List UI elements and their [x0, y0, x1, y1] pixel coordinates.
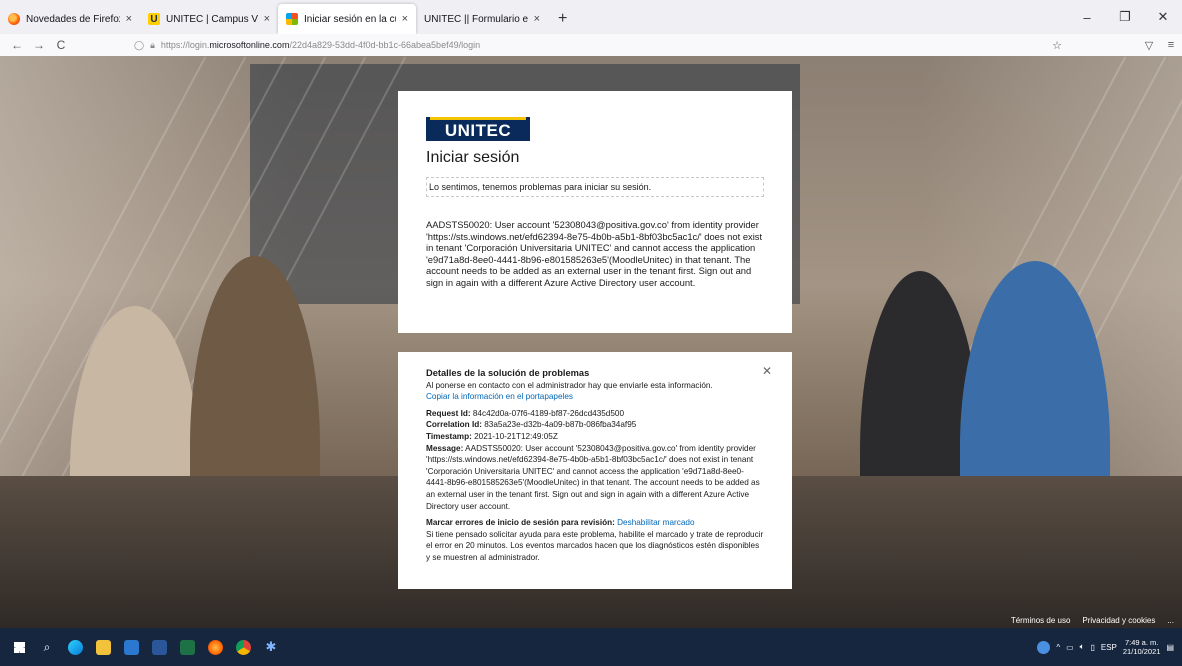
tab-unitec-form[interactable]: UNITEC || Formulario en línea × [416, 4, 548, 34]
correlation-id-row: Correlation Id: 83a5a23e-d32b-4a09-b87b-… [426, 420, 637, 430]
tab-title: Novedades de Firefox: más priv [26, 13, 120, 25]
correlation-id-value: 83a5a23e-d32b-4a09-b87b-086fba34af95 [484, 420, 637, 430]
navigation-bar: ← → C ◯ 🔒︎ https://login.microsoftonline… [0, 34, 1182, 57]
close-tab-icon[interactable]: × [534, 13, 540, 25]
close-tab-icon[interactable]: × [402, 13, 408, 25]
firefox-icon [8, 13, 20, 25]
notification-icon[interactable]: ▤ [1166, 643, 1174, 652]
edge-icon[interactable] [62, 628, 88, 666]
app-icon[interactable]: ✱ [258, 628, 284, 666]
more-options-button[interactable]: ... [1167, 616, 1174, 625]
language-indicator[interactable]: ESP [1101, 643, 1117, 652]
page-footer: Términos de uso Privacidad y cookies ... [1011, 616, 1174, 625]
maximize-button[interactable]: ❐ [1106, 9, 1144, 25]
battery-icon[interactable]: ▯ [1090, 643, 1094, 652]
clock-date: 21/10/2021 [1122, 647, 1161, 656]
terms-link[interactable]: Términos de uso [1011, 616, 1071, 625]
clock[interactable]: 7:49 a. m. 21/10/2021 [1123, 638, 1161, 656]
close-tab-icon[interactable]: × [126, 13, 132, 25]
disable-flagging-link[interactable]: Deshabilitar marcado [617, 518, 694, 527]
bookmark-star-icon[interactable]: ☆ [1046, 39, 1068, 52]
copy-to-clipboard-link[interactable]: Copiar la información en el portapapeles [426, 391, 764, 403]
file-explorer-icon[interactable] [90, 628, 116, 666]
window-controls: – ❐ ✕ [1068, 0, 1182, 34]
tab-title: UNITEC || Formulario en línea [424, 13, 528, 25]
forward-button[interactable]: → [28, 38, 50, 52]
microsoft-icon [286, 13, 298, 25]
page-title: Iniciar sesión [426, 149, 520, 166]
unitec-logo: UNITEC [426, 117, 530, 141]
reload-button[interactable]: C [50, 38, 72, 52]
error-detail: AADSTS50020: User account '52308043@posi… [426, 219, 763, 288]
error-summary: Lo sentimos, tenemos problemas para inic… [426, 177, 764, 197]
timestamp-value: 2021-10-21T12:49:05Z [474, 431, 558, 441]
system-tray: ^ ▭ 🔈︎ ▯ ESP 7:49 a. m. 21/10/2021 ▤ [1037, 628, 1182, 666]
tab-bar: Novedades de Firefox: más priv × U UNITE… [0, 0, 1182, 34]
troubleshooting-card: ✕ Detalles de la solución de problemas A… [398, 352, 792, 589]
wifi-icon[interactable]: ▭ [1066, 643, 1074, 652]
search-icon[interactable]: ⌕ [34, 628, 60, 666]
close-tab-icon[interactable]: × [264, 13, 270, 25]
word-icon[interactable] [146, 628, 172, 666]
troubleshooting-subtitle: Al ponerse en contacto con el administra… [426, 380, 713, 390]
request-id-value: 84c42d0a-07f6-4189-bf87-26dcd435d500 [472, 408, 625, 418]
privacy-link[interactable]: Privacidad y cookies [1082, 616, 1155, 625]
message-value: AADSTS50020: User account '52308043@posi… [426, 443, 760, 511]
menu-icon[interactable]: ≡ [1160, 39, 1182, 51]
pocket-icon[interactable]: ▽ [1138, 39, 1160, 52]
clock-time: 7:49 a. m. [1124, 638, 1159, 647]
lock-icon[interactable]: 🔒︎ [150, 40, 155, 51]
url-bar[interactable]: ◯ 🔒︎ https://login.microsoftonline.com/2… [134, 40, 480, 51]
tab-signin[interactable]: Iniciar sesión en la cuenta × [278, 4, 416, 34]
tab-firefox-news[interactable]: Novedades de Firefox: más priv × [0, 4, 140, 34]
network-status-icon[interactable] [1037, 640, 1051, 654]
volume-icon[interactable]: 🔈︎ [1080, 642, 1085, 652]
firefox-icon[interactable] [202, 628, 228, 666]
tab-title: UNITEC | Campus Virtual [166, 13, 258, 25]
tab-unitec-campus[interactable]: U UNITEC | Campus Virtual × [140, 4, 278, 34]
url-text: https://login.microsoftonline.com/22d4a8… [160, 40, 481, 50]
excel-icon[interactable] [174, 628, 200, 666]
close-window-button[interactable]: ✕ [1144, 9, 1182, 25]
store-icon[interactable] [118, 628, 144, 666]
flag-errors-row: Marcar errores de inicio de sesión para … [426, 518, 695, 528]
back-button[interactable]: ← [6, 38, 28, 52]
shield-icon[interactable]: ◯ [134, 40, 144, 51]
chevron-up-icon[interactable]: ^ [1056, 643, 1060, 652]
new-tab-button[interactable]: + [548, 4, 577, 34]
signin-card: UNITEC Iniciar sesión Lo sentimos, tenem… [398, 91, 792, 333]
minimize-button[interactable]: – [1068, 10, 1106, 25]
unitec-icon: U [148, 13, 160, 25]
windows-start-icon[interactable] [6, 628, 32, 666]
timestamp-row: Timestamp: 2021-10-21T12:49:05Z [426, 431, 558, 441]
taskbar: ⌕ ✱ ^ ▭ 🔈︎ ▯ ESP 7:49 a. m. 21/10/2021 ▤ [0, 628, 1182, 666]
troubleshooting-title: Detalles de la solución de problemas [426, 368, 590, 378]
request-id-row: Request Id: 84c42d0a-07f6-4189-bf87-26dc… [426, 408, 625, 418]
flag-errors-description: Si tiene pensado solicitar ayuda para es… [426, 529, 764, 562]
close-icon[interactable]: ✕ [762, 365, 772, 378]
message-row: Message: AADSTS50020: User account '5230… [426, 443, 760, 511]
chrome-icon[interactable] [230, 628, 256, 666]
tab-title: Iniciar sesión en la cuenta [304, 13, 396, 25]
